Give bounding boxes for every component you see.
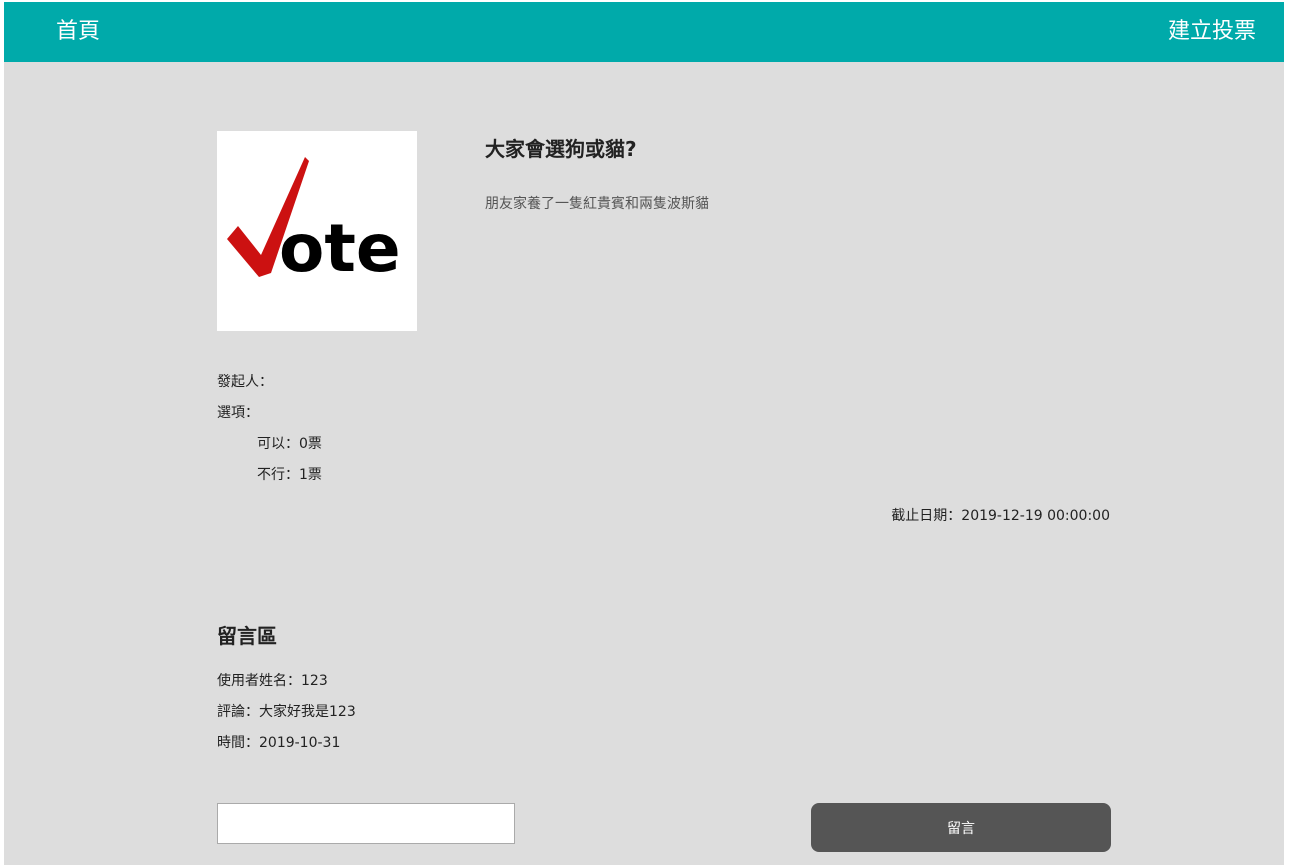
vote-logo-image: ote xyxy=(217,131,417,331)
nav-home-link[interactable]: 首頁 xyxy=(56,17,100,47)
poll-options-label: 選項： xyxy=(217,405,259,421)
vote-logo-text: ote xyxy=(279,210,401,287)
poll-description: 朋友家養了一隻紅貴賓和兩隻波斯貓 xyxy=(485,196,709,212)
comment-input[interactable] xyxy=(217,803,515,844)
poll-option: 不行：1票 xyxy=(257,467,322,483)
page-frame: 首頁 建立投票 ote 大家會選狗或貓? 朋友家養了一隻紅貴賓和兩隻波斯貓 發起… xyxy=(4,2,1284,865)
poll-title: 大家會選狗或貓? xyxy=(485,137,637,161)
poll-initiator: 發起人： xyxy=(217,374,273,390)
comment-text: 評論：大家好我是123 xyxy=(217,704,356,720)
vote-logo-icon: ote xyxy=(227,157,401,287)
nav-create-poll-link[interactable]: 建立投票 xyxy=(1168,17,1256,47)
poll-option: 可以：0票 xyxy=(257,436,322,452)
comment-time: 時間：2019-10-31 xyxy=(217,735,341,751)
top-navbar: 首頁 建立投票 xyxy=(4,2,1284,62)
submit-comment-button[interactable]: 留言 xyxy=(811,803,1111,852)
poll-deadline: 截止日期：2019-12-19 00:00:00 xyxy=(891,508,1110,524)
comments-section-title: 留言區 xyxy=(217,624,277,648)
comment-user: 使用者姓名：123 xyxy=(217,673,328,689)
